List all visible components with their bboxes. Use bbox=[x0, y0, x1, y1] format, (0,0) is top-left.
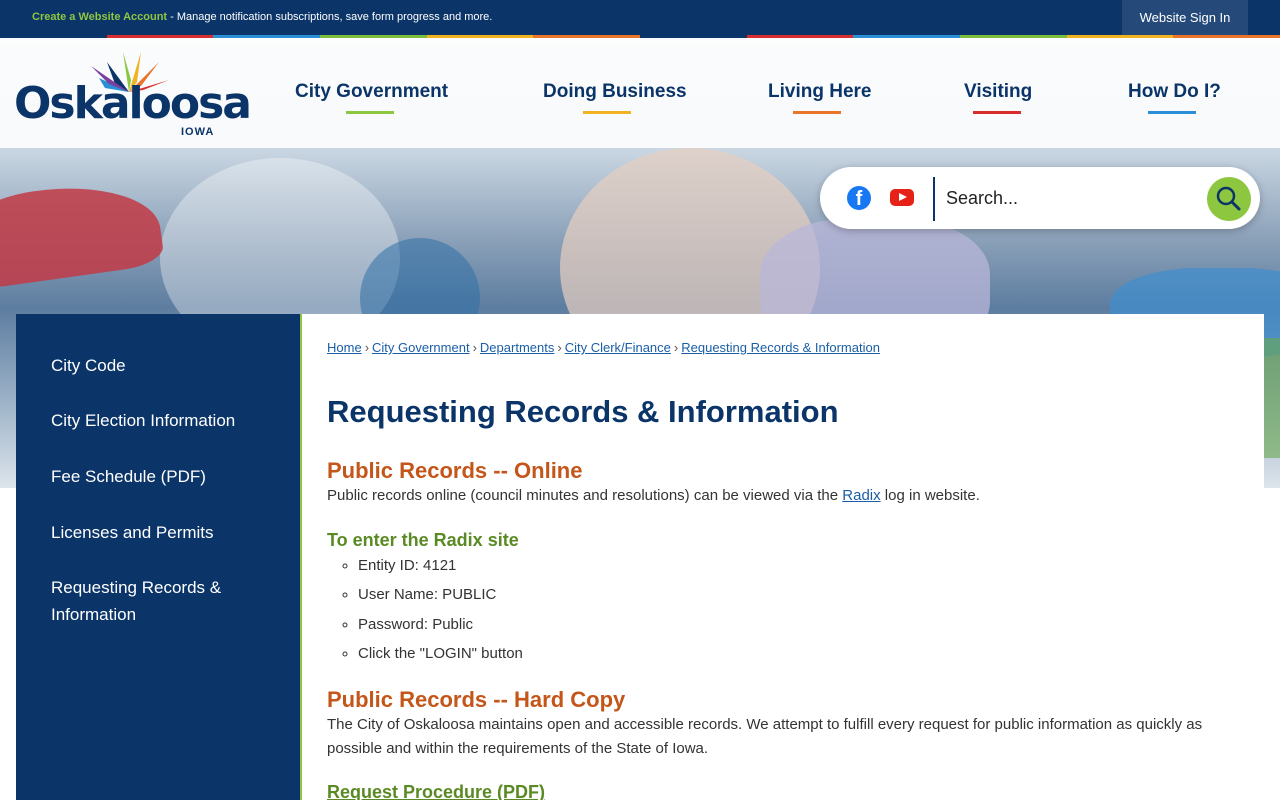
nav-city-government[interactable]: City Government bbox=[295, 81, 449, 114]
public-records-online-text: Public records online (council minutes a… bbox=[327, 484, 1237, 508]
list-item: Click the "LOGIN" button bbox=[358, 644, 523, 673]
search-divider bbox=[933, 177, 935, 221]
list-item: Entity ID: 4121 bbox=[358, 556, 523, 585]
sidebar-nav: City Code City Election Information Fee … bbox=[16, 314, 300, 800]
list-item: Password: Public bbox=[358, 615, 523, 644]
nav-label: Visiting bbox=[964, 81, 1033, 102]
nav-underline bbox=[793, 111, 841, 114]
create-account-link[interactable]: Create a Website Account bbox=[32, 11, 167, 23]
public-records-hard-copy-heading: Public Records -- Hard Copy bbox=[327, 687, 626, 712]
create-account-description: - Manage notification subscriptions, sav… bbox=[167, 11, 493, 23]
breadcrumb-home[interactable]: Home bbox=[327, 340, 362, 355]
list-item: User Name: PUBLIC bbox=[358, 585, 523, 614]
logo-state: IOWA bbox=[181, 126, 215, 138]
magnifier-icon bbox=[1216, 186, 1241, 211]
nav-visiting[interactable]: Visiting bbox=[964, 81, 1033, 114]
radix-link[interactable]: Radix bbox=[842, 487, 880, 504]
sidebar-item-city-code[interactable]: City Code bbox=[51, 352, 271, 379]
sidebar-item-requesting-records[interactable]: Requesting Records & Information bbox=[51, 574, 251, 628]
breadcrumb: Home › City Government › Departments › City Cl… bbox=[327, 340, 880, 355]
main-content: Home › City Government › Departments › City Cl… bbox=[302, 314, 1264, 800]
nav-underline bbox=[346, 111, 394, 114]
search-button[interactable] bbox=[1207, 177, 1251, 221]
public-records-online-heading: Public Records -- Online bbox=[327, 458, 583, 483]
sidebar-item-city-election-information[interactable]: City Election Information bbox=[51, 407, 271, 434]
search-input[interactable] bbox=[946, 181, 1196, 215]
request-procedure-link[interactable]: Request Procedure (PDF) bbox=[327, 782, 545, 800]
nav-label: City Government bbox=[295, 81, 449, 102]
site-logo[interactable]: Oskaloosa IOWA bbox=[14, 46, 252, 142]
logo-wordmark: Oskaloosa bbox=[14, 78, 252, 129]
radix-site-heading: To enter the Radix site bbox=[327, 530, 519, 550]
nav-living-here[interactable]: Living Here bbox=[768, 81, 871, 114]
breadcrumb-city-clerk-finance[interactable]: City Clerk/Finance bbox=[565, 340, 671, 355]
nav-underline bbox=[1148, 111, 1196, 114]
nav-underline bbox=[583, 111, 631, 114]
public-records-hard-copy-text: The City of Oskaloosa maintains open and… bbox=[327, 716, 1203, 757]
nav-label: How Do I? bbox=[1128, 81, 1221, 102]
nav-label: Doing Business bbox=[543, 81, 687, 102]
breadcrumb-departments[interactable]: Departments bbox=[480, 340, 554, 355]
breadcrumb-separator: › bbox=[364, 340, 370, 355]
breadcrumb-city-government[interactable]: City Government bbox=[372, 340, 470, 355]
search-bar: f bbox=[820, 167, 1260, 229]
sidebar-item-licenses-and-permits[interactable]: Licenses and Permits bbox=[51, 519, 271, 546]
online-text-after: log in website. bbox=[880, 487, 980, 504]
nav-underline bbox=[973, 111, 1021, 114]
breadcrumb-requesting-records[interactable]: Requesting Records & Information bbox=[681, 340, 880, 355]
website-sign-in-button[interactable]: Website Sign In bbox=[1122, 0, 1248, 35]
radix-login-list: Entity ID: 4121 User Name: PUBLIC Passwo… bbox=[358, 556, 523, 673]
breadcrumb-separator: › bbox=[472, 340, 477, 355]
top-utility-bar: Create a Website Account - Manage notifi… bbox=[0, 0, 1280, 35]
nav-doing-business[interactable]: Doing Business bbox=[543, 81, 687, 114]
youtube-icon[interactable] bbox=[890, 189, 914, 206]
facebook-icon[interactable]: f bbox=[847, 186, 871, 210]
breadcrumb-separator: › bbox=[557, 340, 562, 355]
sidebar-item-fee-schedule[interactable]: Fee Schedule (PDF) bbox=[51, 463, 271, 490]
online-text-before: Public records online (council minutes a… bbox=[327, 487, 843, 504]
page-title: Requesting Records & Information bbox=[327, 394, 839, 429]
nav-how-do-i[interactable]: How Do I? bbox=[1128, 81, 1221, 114]
breadcrumb-separator: › bbox=[673, 340, 679, 355]
create-account-notice: Create a Website Account - Manage notifi… bbox=[32, 11, 492, 23]
nav-label: Living Here bbox=[768, 81, 872, 102]
